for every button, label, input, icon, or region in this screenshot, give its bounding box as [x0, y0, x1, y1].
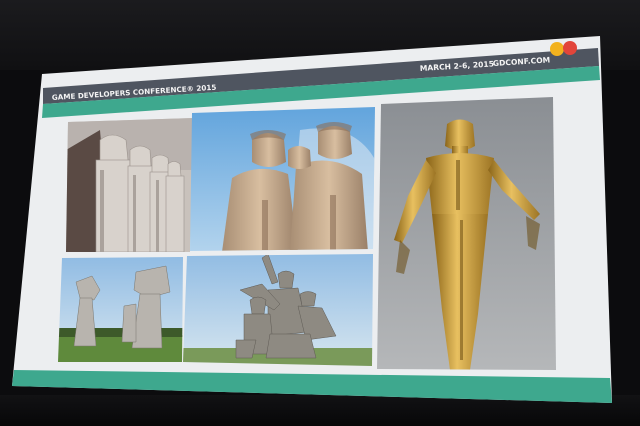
- photo-soldier-relief: [66, 118, 194, 252]
- photo-soldier-group: [183, 254, 373, 366]
- projection-screen: GAME DEVELOPERS CONFERENCE® 2015 MARCH 2…: [0, 0, 640, 426]
- slide-canvas: GAME DEVELOPERS CONFERENCE® 2015 MARCH 2…: [12, 36, 612, 403]
- photo-sailor-statues: [190, 107, 375, 251]
- photo-cosmonaut-statue: [377, 97, 556, 370]
- photo-abstract-monuments: [58, 257, 183, 362]
